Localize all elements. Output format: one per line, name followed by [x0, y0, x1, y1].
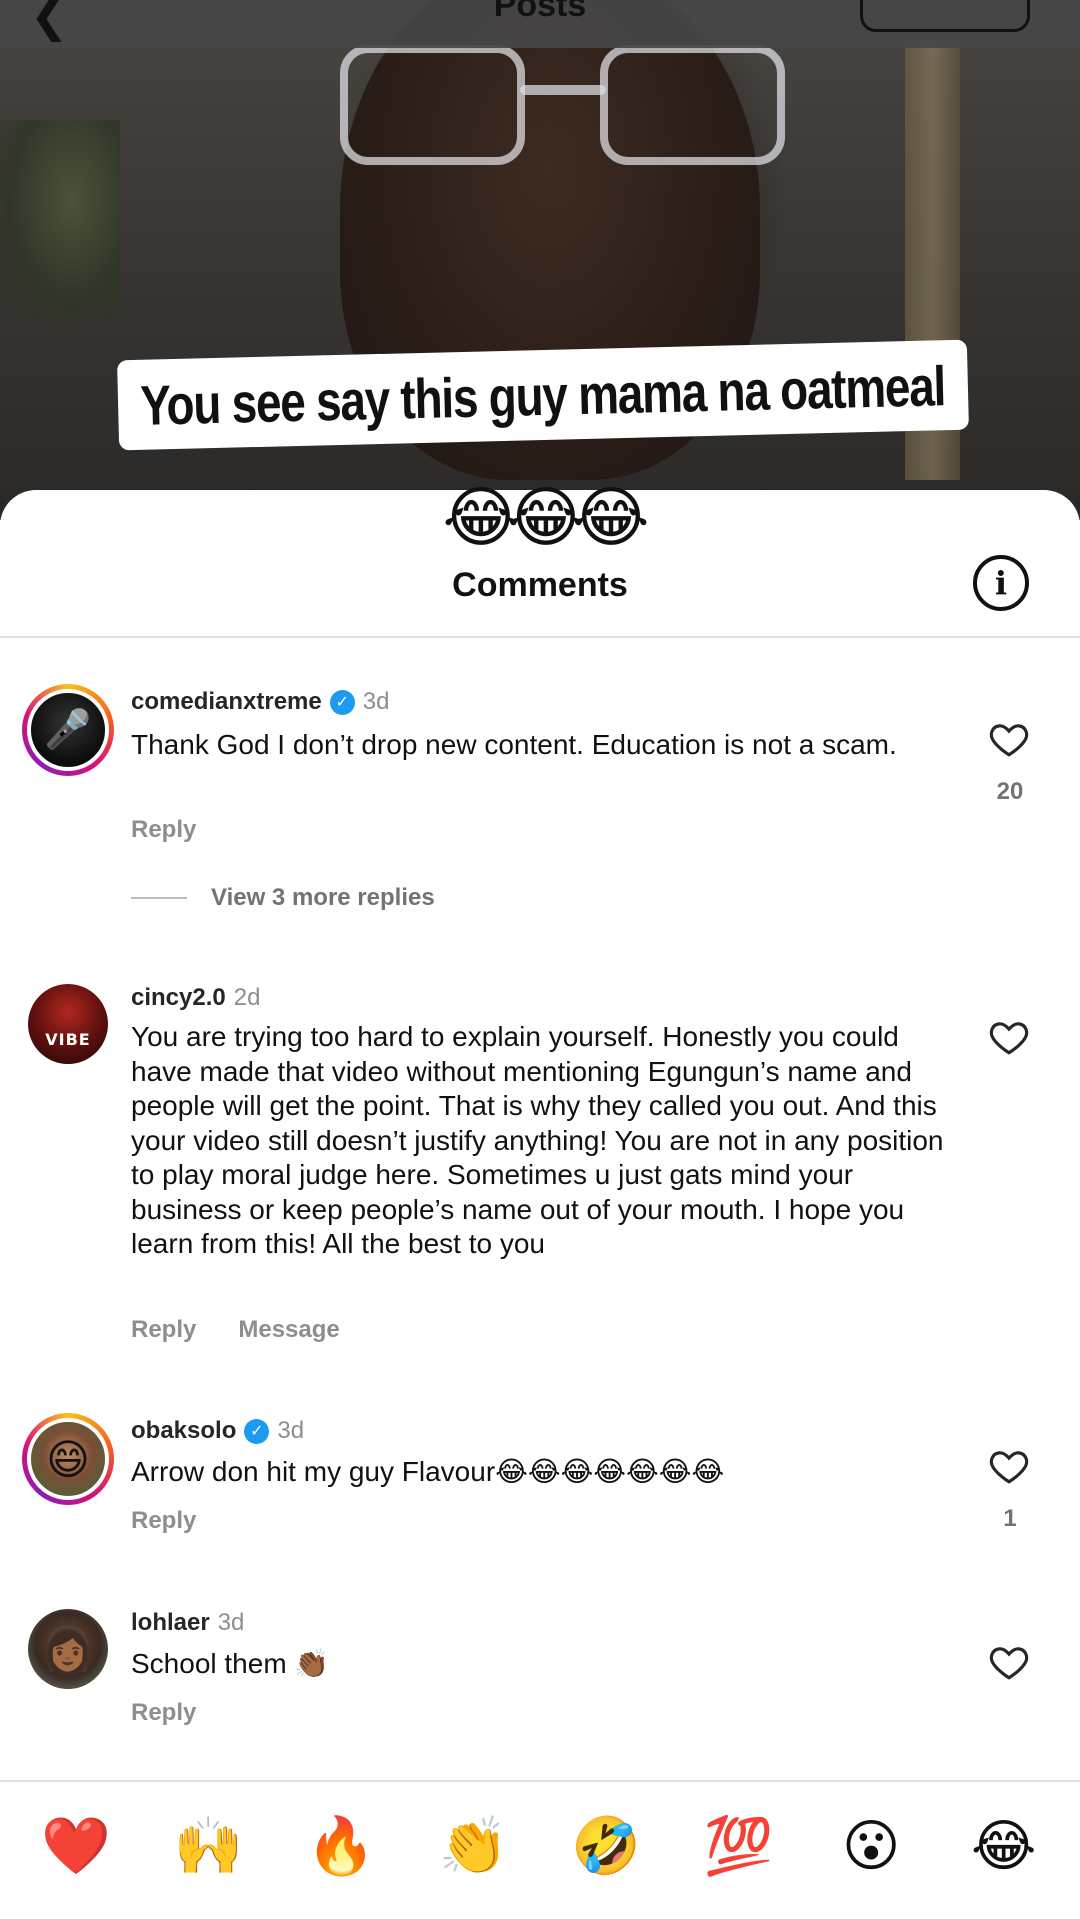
comment-time: 3d [217, 1609, 245, 1636]
reaction-heart[interactable]: ❤️ [26, 1813, 126, 1879]
reaction-surprised[interactable]: 😮 [821, 1813, 921, 1879]
comments-title: Comments [452, 566, 628, 604]
avatar[interactable]: 👩🏾 [28, 1609, 108, 1689]
heart-icon[interactable] [988, 1445, 1030, 1487]
reaction-joy[interactable]: 😂 [954, 1813, 1054, 1879]
comment-actions: Reply Message [131, 1316, 340, 1344]
verified-badge-icon: ✓ [329, 689, 355, 715]
replies-line [131, 897, 187, 899]
glasses-left-lens [340, 45, 525, 165]
reactions-divider [0, 1780, 1080, 1782]
comment-username-row: lohlaer 3d [131, 1609, 244, 1637]
avatar[interactable]: 😄 [22, 1413, 114, 1505]
reply-button[interactable]: Reply [131, 1507, 196, 1535]
reaction-rofl[interactable]: 🤣 [556, 1813, 656, 1879]
comment-text: Thank God I don’t drop new content. Educ… [131, 729, 897, 760]
comment-time: 3d [362, 688, 390, 715]
message-button[interactable]: Message [238, 1316, 339, 1344]
comment-username[interactable]: comedianxtreme [131, 688, 322, 716]
heart-icon[interactable] [988, 718, 1030, 760]
comment-username[interactable]: cincy2.0 [131, 984, 226, 1012]
background-plant [0, 120, 120, 320]
reply-button[interactable]: Reply [131, 816, 196, 844]
comment-username-row: obaksolo ✓ 3d [131, 1417, 304, 1445]
reaction-hundred[interactable]: 💯 [689, 1813, 789, 1879]
avatar[interactable]: VIBE [28, 984, 108, 1064]
avatar-text: VIBE [45, 1029, 91, 1049]
comment-actions: Reply [131, 816, 196, 844]
header-divider [0, 636, 1080, 638]
comment-time: 3d [277, 1417, 305, 1444]
view-more-replies-label: View 3 more replies [211, 884, 435, 911]
follow-button[interactable] [860, 0, 1030, 32]
comment-text: Arrow don hit my guy Flavour😂😂😂😂😂😂😂 [131, 1456, 725, 1487]
top-navigation-bar: ❮ Posts [0, 0, 1080, 48]
info-icon[interactable]: i [973, 555, 1029, 611]
comment-username-row: comedianxtreme ✓ 3d [131, 688, 389, 716]
heart-icon[interactable] [988, 1641, 1030, 1683]
like-count: 1 [1003, 1505, 1017, 1532]
glasses-bridge [520, 85, 606, 95]
comment-text: School them 👏🏾 [131, 1648, 330, 1679]
quick-reactions-bar: ❤️ 🙌 🔥 👏 🤣 💯 😮 😂 [0, 1810, 1080, 1882]
view-more-replies-button[interactable]: View 3 more replies [131, 884, 435, 912]
comment-username-row: cincy2.0 2d [131, 984, 260, 1012]
avatar[interactable]: 🎤 [22, 684, 114, 776]
comment-username[interactable]: obaksolo [131, 1417, 236, 1445]
comment-actions: Reply [131, 1699, 196, 1727]
comment-actions: Reply [131, 1507, 196, 1535]
glasses-right-lens [600, 45, 785, 165]
reply-button[interactable]: Reply [131, 1316, 196, 1344]
reply-button[interactable]: Reply [131, 1699, 196, 1727]
comment-username[interactable]: lohlaer [131, 1609, 210, 1637]
video-caption-text: You see say this guy mama na oatmeal [139, 353, 947, 437]
reaction-clap[interactable]: 👏 [424, 1813, 524, 1879]
verified-badge-icon: ✓ [244, 1418, 270, 1444]
heart-icon[interactable] [988, 1016, 1030, 1058]
caption-emoji-row: 😂😂😂 [442, 480, 649, 554]
reaction-raised-hands[interactable]: 🙌 [159, 1813, 259, 1879]
comment-text: You are trying too hard to explain yours… [131, 1021, 944, 1259]
reaction-fire[interactable]: 🔥 [291, 1813, 391, 1879]
like-count: 20 [996, 778, 1024, 805]
comment-time: 2d [233, 984, 261, 1011]
